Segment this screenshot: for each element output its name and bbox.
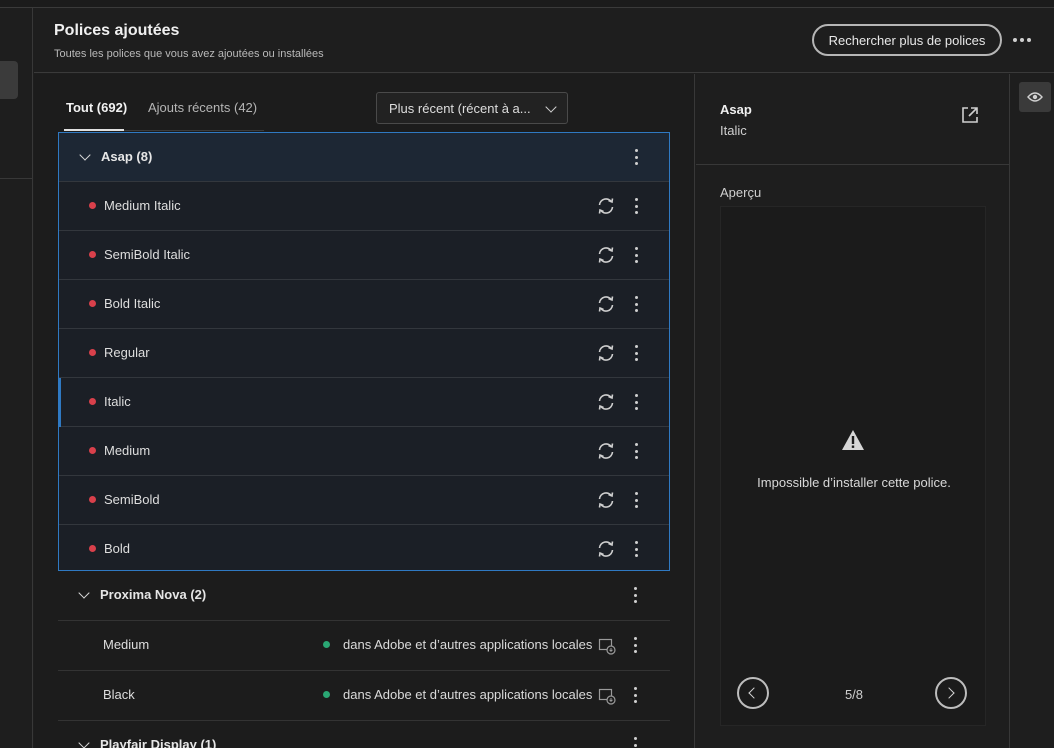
tabs-divider bbox=[124, 130, 264, 131]
page-header: Polices ajoutées Toutes les polices que … bbox=[34, 8, 1054, 73]
font-style-row[interactable]: Medium dans Adobe et d’autres applicatio… bbox=[58, 621, 670, 671]
more-vertical-icon[interactable] bbox=[635, 198, 639, 214]
tab-all[interactable]: Tout (692) bbox=[66, 100, 127, 115]
nav-divider bbox=[0, 178, 33, 179]
more-vertical-icon[interactable] bbox=[635, 296, 639, 312]
style-name: Medium bbox=[104, 443, 151, 458]
font-style-row[interactable]: Regular bbox=[59, 329, 669, 378]
more-vertical-icon[interactable] bbox=[635, 541, 639, 557]
active-status-dot bbox=[323, 641, 330, 648]
error-message: Impossible d’installer cette police. bbox=[757, 475, 951, 490]
family-name: Asap (8) bbox=[101, 149, 153, 164]
family-row-asap[interactable]: Asap (8) bbox=[59, 133, 669, 182]
eye-icon[interactable] bbox=[1019, 82, 1051, 112]
error-status-dot bbox=[89, 300, 96, 307]
search-more-fonts-button[interactable]: Rechercher plus de polices bbox=[812, 24, 1002, 56]
font-style-row[interactable]: SemiBold bbox=[59, 476, 669, 525]
sync-icon[interactable] bbox=[596, 539, 616, 559]
sort-dropdown[interactable]: Plus récent (récent à a... bbox=[376, 92, 568, 124]
sort-value: Plus récent (récent à a... bbox=[389, 100, 531, 116]
error-status-dot bbox=[89, 349, 96, 356]
error-status-dot bbox=[89, 202, 96, 209]
more-horizontal-icon[interactable] bbox=[1009, 30, 1035, 50]
style-name: Italic bbox=[104, 394, 131, 409]
sync-icon[interactable] bbox=[596, 392, 616, 412]
family-group-asap: Asap (8) Medium Italic SemiBold Italic B… bbox=[58, 132, 670, 571]
sync-icon[interactable] bbox=[596, 245, 616, 265]
local-app-icon bbox=[598, 638, 616, 655]
more-vertical-icon[interactable] bbox=[634, 587, 638, 603]
font-style-row[interactable]: SemiBold Italic bbox=[59, 231, 669, 280]
page-title: Polices ajoutées bbox=[54, 22, 180, 39]
detail-font-name: Asap bbox=[720, 102, 752, 117]
sync-icon[interactable] bbox=[596, 343, 616, 363]
chevron-down-icon[interactable] bbox=[78, 737, 90, 748]
more-vertical-icon[interactable] bbox=[635, 492, 639, 508]
right-toolbar bbox=[1011, 74, 1054, 748]
family-row-proxima-nova[interactable]: Proxima Nova (2) bbox=[58, 571, 670, 621]
style-name: Medium Italic bbox=[104, 198, 181, 213]
style-name: SemiBold Italic bbox=[104, 247, 190, 262]
activation-status: dans Adobe et d’autres applications loca… bbox=[343, 637, 593, 652]
more-vertical-icon[interactable] bbox=[634, 737, 638, 748]
font-style-row[interactable]: Medium Italic bbox=[59, 182, 669, 231]
sync-icon[interactable] bbox=[596, 490, 616, 510]
more-vertical-icon[interactable] bbox=[635, 345, 639, 361]
font-style-row[interactable]: Medium bbox=[59, 427, 669, 476]
family-name: Playfair Display (1) bbox=[100, 737, 217, 748]
error-status-dot bbox=[89, 496, 96, 503]
nav-selected-indicator[interactable] bbox=[0, 61, 18, 99]
chevron-down-icon[interactable] bbox=[78, 587, 90, 599]
active-tab-indicator bbox=[64, 129, 124, 131]
style-name: Bold bbox=[104, 541, 131, 556]
font-detail-panel: Asap Italic Aperçu Impossible d’installe… bbox=[696, 74, 1010, 748]
page-subtitle: Toutes les polices que vous avez ajoutée… bbox=[54, 48, 324, 60]
more-vertical-icon[interactable] bbox=[635, 247, 639, 263]
preview-area: Impossible d’installer cette police. 5/8 bbox=[720, 206, 986, 726]
error-status-dot bbox=[89, 447, 96, 454]
chevron-down-icon bbox=[545, 101, 557, 113]
warning-icon bbox=[842, 430, 864, 450]
sync-icon[interactable] bbox=[596, 294, 616, 314]
window-top-border bbox=[0, 0, 1054, 8]
more-vertical-icon[interactable] bbox=[634, 687, 638, 703]
next-style-button[interactable] bbox=[935, 677, 967, 709]
font-style-row-selected[interactable]: Italic bbox=[58, 378, 669, 427]
local-app-icon bbox=[598, 688, 616, 705]
family-name: Proxima Nova (2) bbox=[100, 587, 207, 602]
more-vertical-icon[interactable] bbox=[635, 443, 639, 459]
style-name: Medium bbox=[103, 637, 150, 652]
external-link-icon[interactable] bbox=[960, 105, 980, 125]
style-name: Black bbox=[103, 687, 135, 702]
more-vertical-icon[interactable] bbox=[635, 149, 639, 165]
chevron-down-icon[interactable] bbox=[79, 149, 91, 161]
detail-divider bbox=[696, 164, 1009, 165]
error-status-dot bbox=[89, 251, 96, 258]
sync-icon[interactable] bbox=[596, 196, 616, 216]
tab-recent-additions[interactable]: Ajouts récents (42) bbox=[148, 100, 257, 115]
style-name: SemiBold bbox=[104, 492, 160, 507]
left-navigation-rail bbox=[0, 8, 33, 748]
error-status-dot bbox=[89, 398, 96, 405]
activation-status: dans Adobe et d’autres applications loca… bbox=[343, 687, 593, 702]
preview-label: Aperçu bbox=[720, 185, 762, 200]
error-status-dot bbox=[89, 545, 96, 552]
family-row-playfair-display[interactable]: Playfair Display (1) bbox=[58, 721, 670, 748]
more-vertical-icon[interactable] bbox=[634, 637, 638, 653]
style-name: Regular bbox=[104, 345, 150, 360]
more-vertical-icon[interactable] bbox=[635, 394, 639, 410]
font-style-row[interactable]: Bold Italic bbox=[59, 280, 669, 329]
font-style-row[interactable]: Bold bbox=[59, 525, 669, 574]
style-name: Bold Italic bbox=[104, 296, 161, 311]
font-style-row[interactable]: Black dans Adobe et d’autres application… bbox=[58, 671, 670, 721]
detail-font-style: Italic bbox=[720, 123, 747, 138]
active-status-dot bbox=[323, 691, 330, 698]
sync-icon[interactable] bbox=[596, 441, 616, 461]
font-list-panel: Tout (692) Ajouts récents (42) Plus réce… bbox=[34, 74, 695, 748]
